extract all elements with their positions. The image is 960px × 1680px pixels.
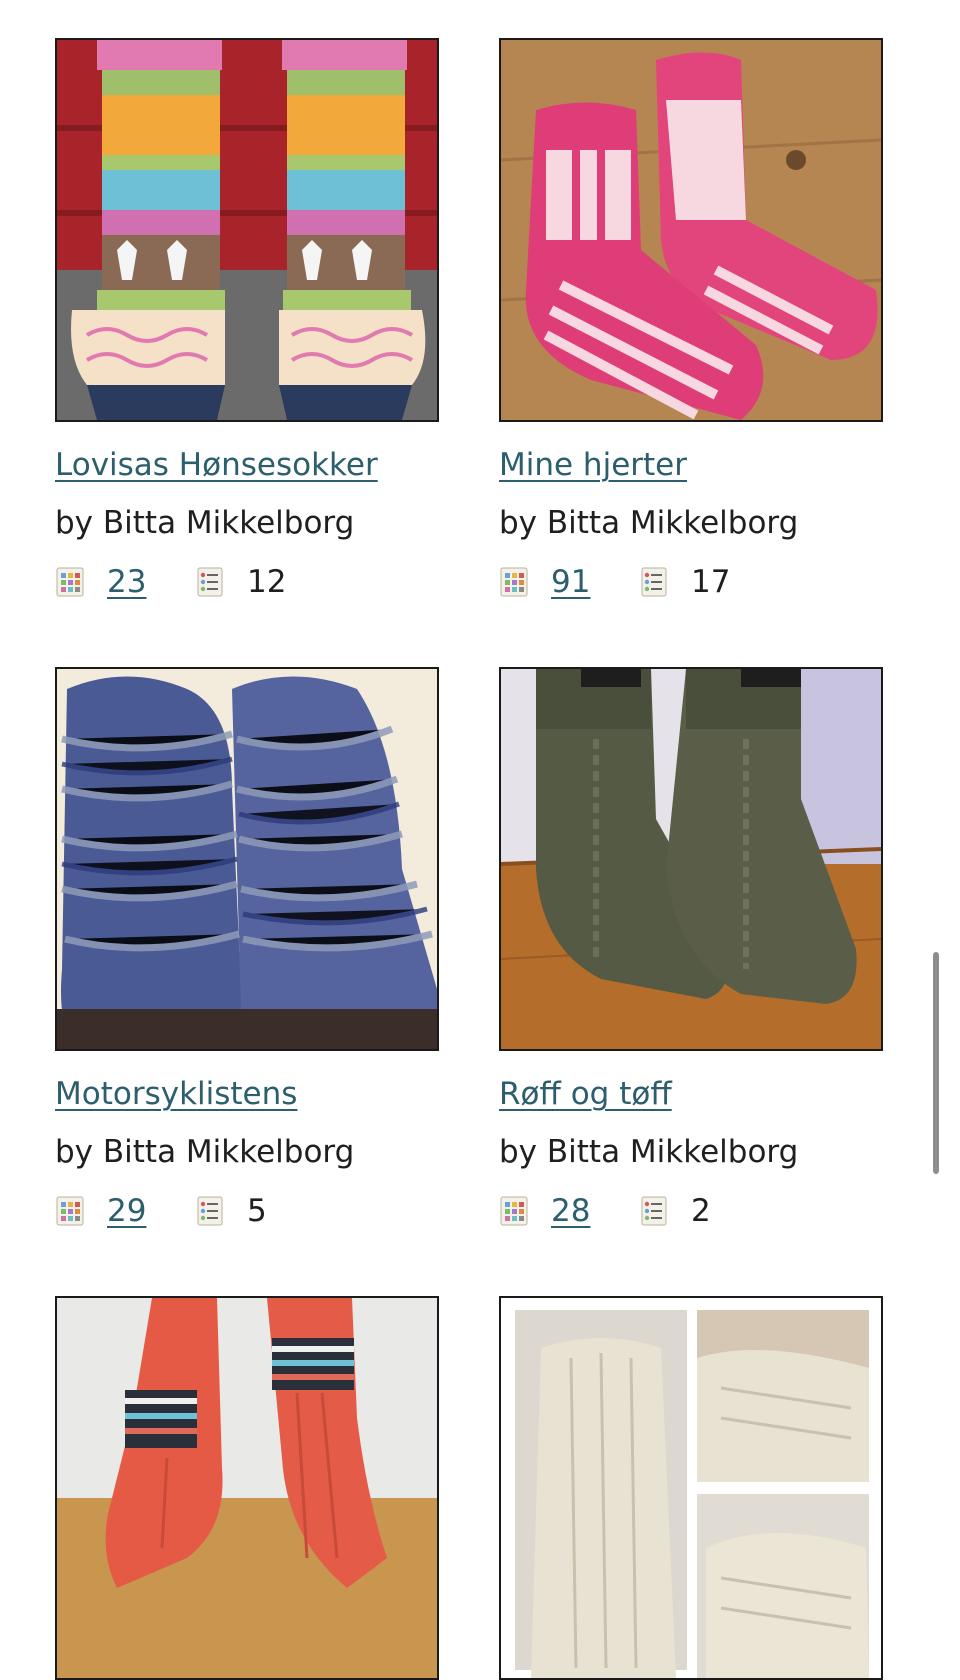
projects-count-link[interactable]: 91 <box>551 564 593 600</box>
queue-list-icon <box>195 1195 225 1227</box>
pattern-photo-image <box>501 40 881 420</box>
pattern-photo[interactable] <box>55 1296 439 1680</box>
pattern-designer: by Bitta Mikkelborg <box>499 1134 799 1170</box>
queue-count: 2 <box>691 1193 711 1229</box>
pattern-photo[interactable] <box>499 38 883 422</box>
pattern-stats: 23 12 <box>55 564 439 600</box>
pattern-title-link[interactable]: Røff og tøff <box>499 1077 672 1111</box>
pattern-photo-image <box>501 1298 881 1678</box>
pattern-photo[interactable] <box>55 38 439 422</box>
pattern-photo-image <box>57 669 437 1049</box>
pattern-photo[interactable] <box>55 667 439 1051</box>
projects-count-link[interactable]: 28 <box>551 1193 593 1229</box>
queue-count: 17 <box>691 564 731 600</box>
pattern-card <box>55 1296 439 1680</box>
pattern-photo[interactable] <box>499 1296 883 1680</box>
pattern-designer: by Bitta Mikkelborg <box>499 505 799 541</box>
queue-count: 5 <box>247 1193 267 1229</box>
pattern-card: Røff og tøff by Bitta Mikkelborg 28 2 <box>499 667 883 1229</box>
pattern-designer: by Bitta Mikkelborg <box>55 505 355 541</box>
queue-list-icon <box>195 566 225 598</box>
projects-count-link[interactable]: 23 <box>107 564 149 600</box>
pattern-card: Mine hjerter by Bitta Mikkelborg 91 17 <box>499 38 883 600</box>
pattern-card <box>499 1296 883 1680</box>
pattern-stats: 28 2 <box>499 1193 883 1229</box>
pattern-photo-image <box>501 669 881 1049</box>
projects-count-link[interactable]: 29 <box>107 1193 149 1229</box>
projects-grid-icon <box>55 566 85 598</box>
pattern-title-link[interactable]: Motorsyklistens <box>55 1077 297 1111</box>
pattern-photo-image <box>57 40 437 420</box>
pattern-photo[interactable] <box>499 667 883 1051</box>
projects-grid-icon <box>55 1195 85 1227</box>
queue-count: 12 <box>247 564 287 600</box>
scrollbar-thumb[interactable] <box>933 952 939 1174</box>
projects-grid-icon <box>499 566 529 598</box>
queue-list-icon <box>639 566 669 598</box>
pattern-card: Lovisas Hønsesokker by Bitta Mikkelborg … <box>55 38 439 600</box>
pattern-stats: 29 5 <box>55 1193 439 1229</box>
pattern-title-link[interactable]: Mine hjerter <box>499 448 687 482</box>
pattern-photo-image <box>57 1298 437 1678</box>
pattern-title-link[interactable]: Lovisas Hønsesokker <box>55 448 378 482</box>
pattern-designer: by Bitta Mikkelborg <box>55 1134 355 1170</box>
pattern-card: Motorsyklistens by Bitta Mikkelborg 29 5 <box>55 667 439 1229</box>
queue-list-icon <box>639 1195 669 1227</box>
projects-grid-icon <box>499 1195 529 1227</box>
pattern-stats: 91 17 <box>499 564 883 600</box>
